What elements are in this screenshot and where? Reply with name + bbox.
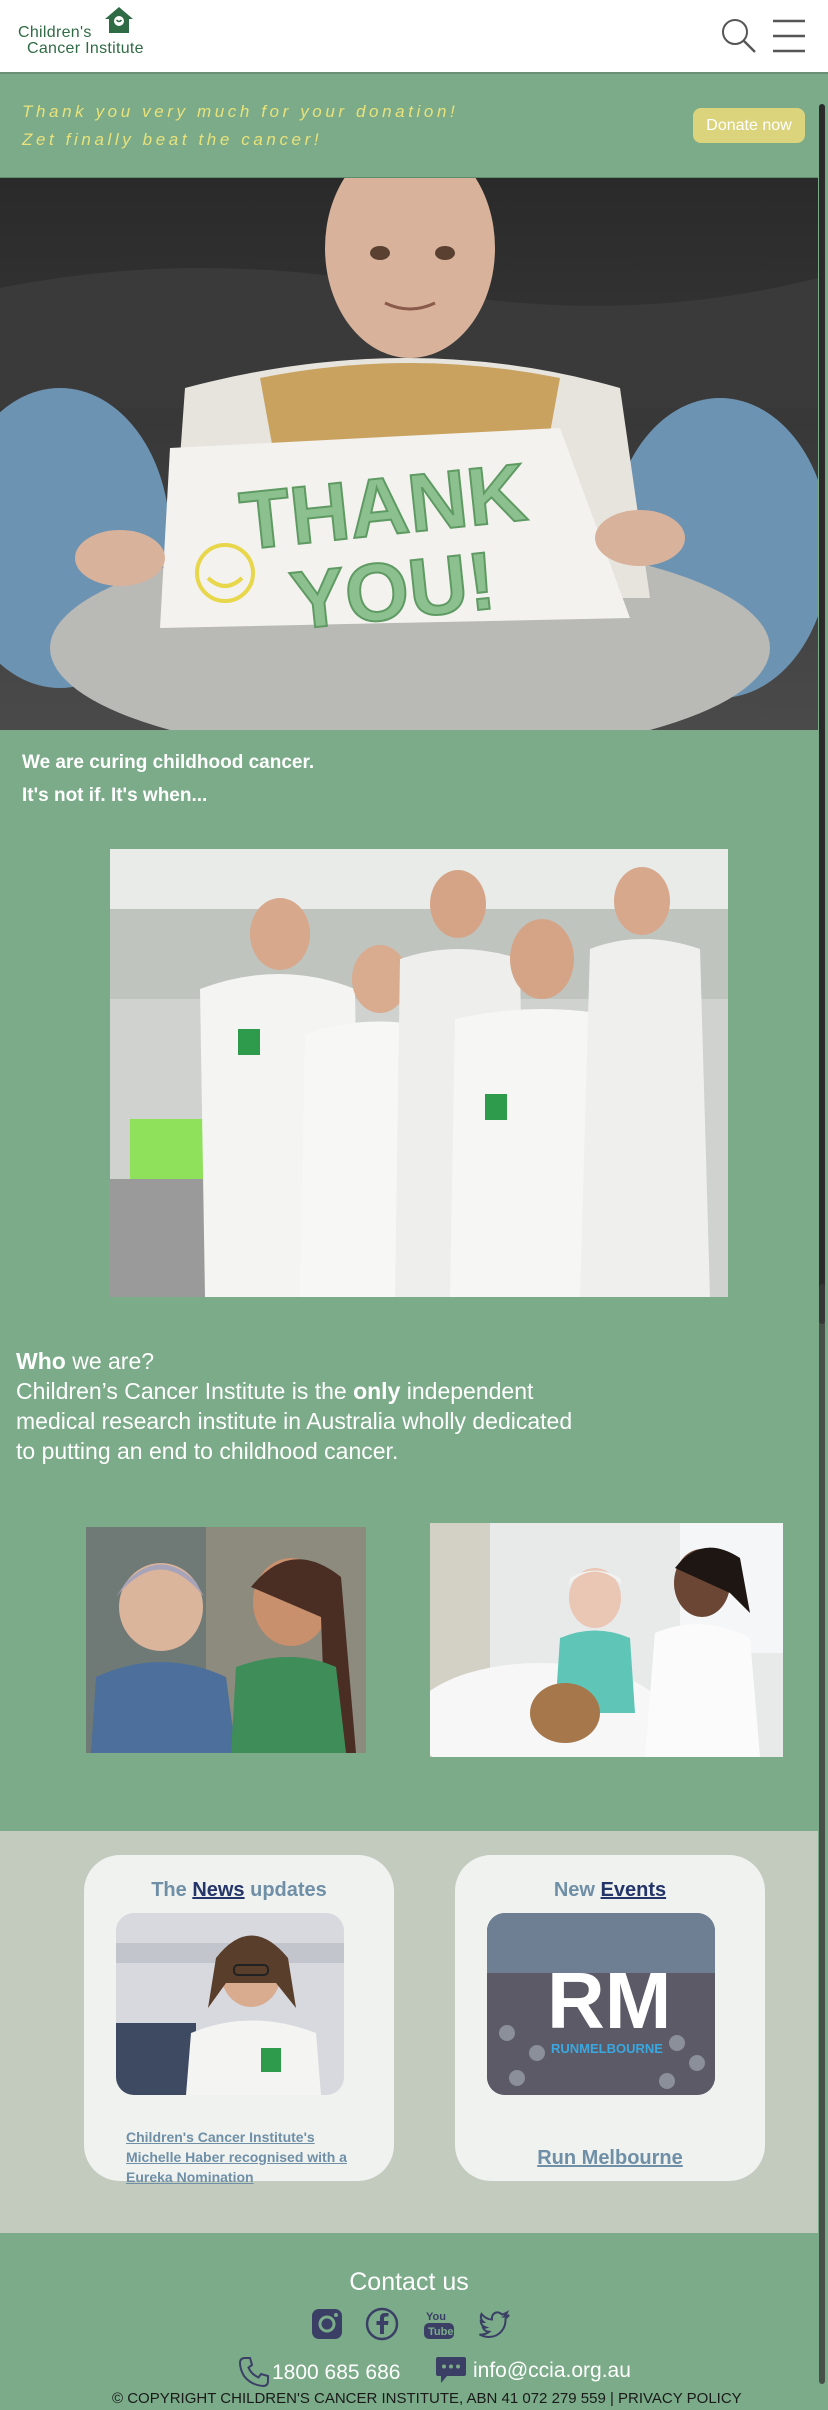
news-title-prefix: The (151, 1879, 193, 1901)
search-icon (722, 19, 756, 53)
run-melbourne-link[interactable]: Run Melbourne (455, 2147, 765, 2170)
phone-icon (238, 2357, 269, 2388)
donation-banner: Thank you very much for your donation! Z… (0, 74, 828, 178)
contact-us-heading: Contact us (349, 2268, 469, 2296)
news-events-section: The News updates Children's Cancer Insti… (0, 1831, 818, 2233)
news-title-suffix: updates (244, 1879, 327, 1901)
events-title-prefix: New (553, 1879, 601, 1901)
site-header: Children's Cancer Institute (0, 0, 828, 74)
child-with-carer-photo (86, 1527, 366, 1753)
menu-button[interactable] (770, 16, 808, 56)
house-logo-icon (105, 7, 133, 33)
youtube-icon[interactable]: You Tube (422, 2307, 456, 2341)
news-card: The News updates Children's Cancer Insti… (84, 1855, 394, 2185)
news-article-link[interactable]: Children's Cancer Institute's Michelle H… (126, 2127, 356, 2187)
twitter-icon[interactable] (478, 2307, 512, 2341)
instagram-icon[interactable] (310, 2307, 344, 2341)
mission-tagline-line2: It's not if. It's when... (22, 785, 208, 806)
hero-image-thank-you-child: THANK YOU! (0, 178, 818, 730)
banner-message-line2: Zet finally beat the cancer! (22, 130, 323, 149)
events-card: New Events RM RUNMELBOURNE Run Melbourne (455, 1855, 765, 2181)
who-description-part1: Children’s Cancer Institute is the (16, 1378, 354, 1404)
event-logo-subtext: RUNMELBOURNE (551, 2041, 663, 2056)
search-button[interactable] (720, 16, 758, 56)
who-we-are-text: Who we are? Children’s Cancer Institute … (16, 1346, 576, 1466)
events-card-title: New Events (455, 1879, 765, 1902)
child-with-doctor-photo (430, 1523, 783, 1757)
site-footer: Contact us You Tube 1800 685 686 info@cc… (0, 2233, 818, 2410)
facebook-icon[interactable] (365, 2307, 399, 2341)
banner-message-line1: Thank you very much for your donation! (22, 102, 459, 121)
logo-text-line2: Cancer Institute (27, 40, 144, 57)
scrollbar-thumb-secondary (819, 1284, 825, 2384)
mission-tagline-line1: We are curing childhood cancer. (22, 752, 315, 773)
who-heading-bold: Who (16, 1348, 66, 1374)
copyright-text: © COPYRIGHT CHILDREN'S CANCER INSTITUTE,… (112, 2390, 812, 2407)
copyright-notice: © COPYRIGHT CHILDREN'S CANCER INSTITUTE,… (112, 2390, 619, 2407)
run-melbourne-event-photo[interactable]: RM RUNMELBOURNE (487, 1913, 715, 2095)
phone-number-link[interactable]: 1800 685 686 (272, 2361, 400, 2385)
privacy-policy-link[interactable]: PRIVACY POLICY (618, 2390, 742, 2407)
hamburger-menu-icon (773, 19, 805, 53)
email-link[interactable]: info@ccia.org.au (473, 2359, 631, 2383)
news-article-photo[interactable] (116, 1913, 344, 2095)
research-team-photo (110, 849, 728, 1297)
events-title-link[interactable]: Events (601, 1879, 667, 1901)
who-description-only: only (353, 1378, 401, 1404)
svg-text:You: You (426, 2311, 446, 2323)
scrollbar-thumb[interactable] (819, 104, 825, 1324)
news-card-title: The News updates (84, 1879, 394, 1902)
page-scrollbar[interactable] (818, 74, 828, 2410)
event-logo-text: RM (547, 1956, 671, 2045)
donate-now-button[interactable]: Donate now (693, 108, 805, 143)
message-icon (436, 2357, 466, 2383)
site-logo[interactable]: Children's Cancer Institute (18, 6, 158, 66)
svg-text:Tube: Tube (428, 2326, 453, 2338)
news-title-link[interactable]: News (192, 1879, 244, 1901)
who-heading-rest: we are? (65, 1348, 155, 1374)
